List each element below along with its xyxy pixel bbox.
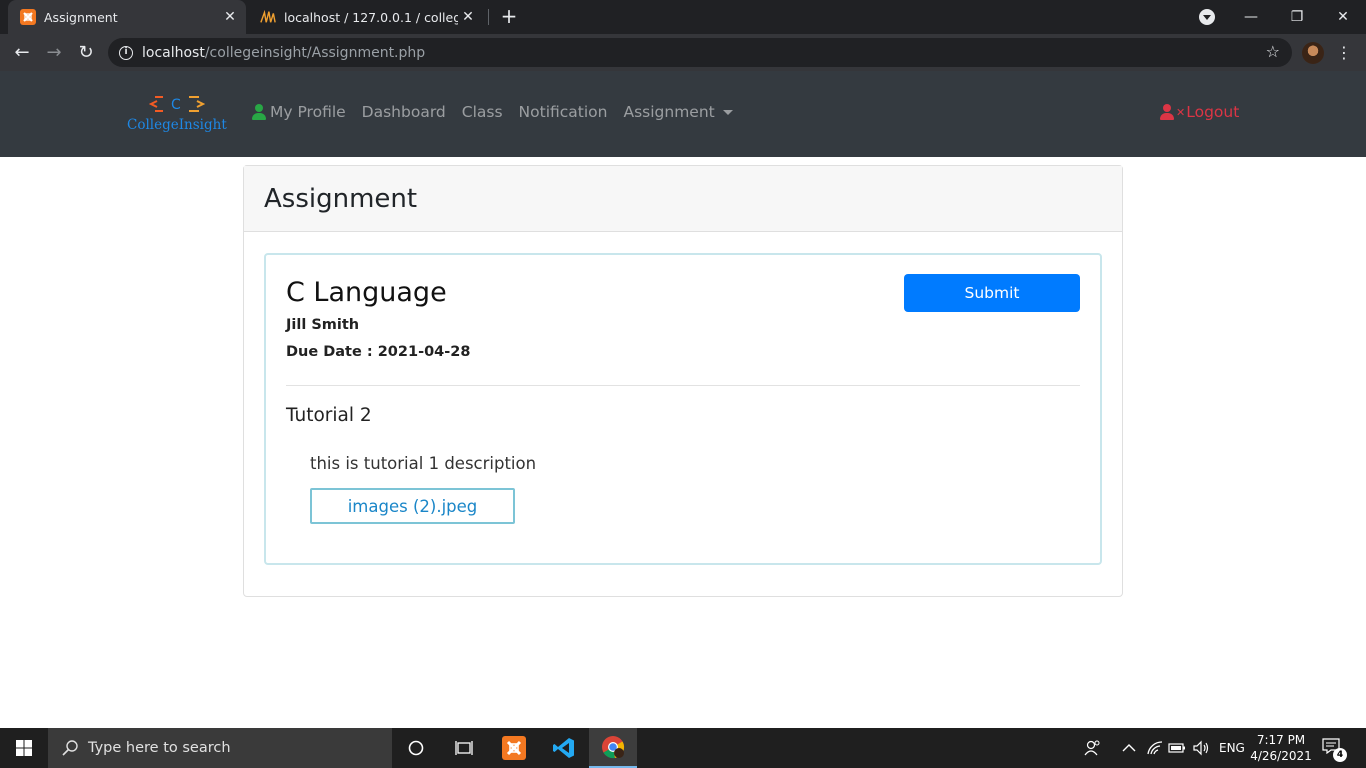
card-header: Assignment xyxy=(244,166,1122,232)
tab-close-icon[interactable]: ✕ xyxy=(220,9,240,25)
wifi-icon[interactable] xyxy=(1146,728,1164,768)
user-icon xyxy=(252,104,266,120)
profile-avatar[interactable] xyxy=(1302,42,1324,64)
chrome-taskbar-icon[interactable] xyxy=(589,728,637,768)
battery-icon[interactable] xyxy=(1168,728,1186,768)
xampp-taskbar-icon[interactable] xyxy=(490,728,538,768)
clock-date: 4/26/2021 xyxy=(1250,749,1312,763)
brand-logo[interactable]: C CollegeInsight xyxy=(127,93,231,137)
task-view-icon[interactable] xyxy=(440,728,488,768)
logout-link[interactable]: ✕ Logout xyxy=(1160,103,1239,121)
address-bar[interactable]: i localhost/collegeinsight/Assignment.ph… xyxy=(108,38,1292,67)
notification-count-badge: 4 xyxy=(1333,748,1347,762)
divider xyxy=(286,385,1080,386)
action-center-icon[interactable]: 4 xyxy=(1322,738,1347,762)
windows-taskbar: Type here to search ENG 7:17 PM 4/26/202… xyxy=(0,728,1366,768)
window-close-icon[interactable]: ✕ xyxy=(1320,0,1366,34)
brand-letter: C xyxy=(171,97,181,113)
brand-name: CollegeInsight xyxy=(127,117,227,133)
task-description: this is tutorial 1 description xyxy=(310,454,537,473)
nav-dashboard[interactable]: Dashboard xyxy=(362,103,446,121)
browser-menu-icon[interactable]: ⋮ xyxy=(1336,42,1352,64)
volume-icon[interactable] xyxy=(1192,728,1210,768)
assignment-card: Assignment C Language Jill Smith Due Dat… xyxy=(243,165,1123,597)
caret-down-icon xyxy=(722,109,733,115)
system-clock[interactable]: 7:17 PM 4/26/2021 xyxy=(1248,732,1314,764)
tab-separator xyxy=(488,9,489,25)
reload-icon[interactable]: ↻ xyxy=(74,41,98,65)
windows-start-icon[interactable] xyxy=(0,728,48,768)
tab-phpmyadmin[interactable]: localhost / 127.0.0.1 / collegeinsi ✕ xyxy=(248,0,484,34)
url-text[interactable]: localhost/collegeinsight/Assignment.php xyxy=(142,45,425,61)
clock-time: 7:17 PM xyxy=(1256,733,1306,747)
user-times-icon xyxy=(1160,104,1174,120)
site-info-icon[interactable]: i xyxy=(119,45,133,60)
attachment-link[interactable]: images (2).jpeg xyxy=(310,488,515,524)
task-title: Tutorial 2 xyxy=(286,405,372,426)
forward-arrow-icon[interactable]: → xyxy=(42,41,66,65)
page-title: Assignment xyxy=(264,183,418,214)
phpmyadmin-favicon-icon xyxy=(260,9,276,25)
cortana-icon[interactable] xyxy=(392,728,440,768)
brand-mark-icon: C xyxy=(149,96,205,113)
browser-tab-strip: Assignment ✕ localhost / 127.0.0.1 / col… xyxy=(0,0,1366,34)
nav-assignment-dropdown[interactable]: Assignment xyxy=(623,103,733,121)
times-icon: ✕ xyxy=(1176,105,1186,119)
submit-button[interactable]: Submit xyxy=(904,274,1080,312)
assignment-item: C Language Jill Smith Due Date : 2021-04… xyxy=(264,253,1102,565)
tab-title: localhost / 127.0.0.1 / collegeinsi xyxy=(284,9,458,25)
search-placeholder: Type here to search xyxy=(88,740,231,756)
tab-search-menu-icon[interactable] xyxy=(1199,9,1215,25)
nav-my-profile[interactable]: My Profile xyxy=(252,103,346,121)
search-icon xyxy=(62,740,78,756)
taskbar-search-box[interactable]: Type here to search xyxy=(48,728,392,768)
bookmark-star-icon[interactable]: ☆ xyxy=(1266,42,1280,61)
show-hidden-icons-chevron-icon[interactable] xyxy=(1122,728,1136,768)
tab-assignment[interactable]: Assignment ✕ xyxy=(8,0,246,34)
restore-icon[interactable]: ❐ xyxy=(1274,0,1320,34)
site-navbar: C CollegeInsight My Profile Dashboard Cl… xyxy=(0,71,1366,157)
vscode-taskbar-icon[interactable] xyxy=(540,728,588,768)
back-arrow-icon[interactable]: ← xyxy=(10,41,34,65)
nav-links: My Profile Dashboard Class Notification … xyxy=(252,103,749,121)
minimize-icon[interactable]: — xyxy=(1228,0,1274,34)
nav-class[interactable]: Class xyxy=(462,103,503,121)
xampp-favicon-icon xyxy=(20,9,36,25)
tab-title: Assignment xyxy=(44,9,118,25)
nav-notification[interactable]: Notification xyxy=(519,103,608,121)
tab-close-icon[interactable]: ✕ xyxy=(458,9,478,25)
teacher-name: Jill Smith xyxy=(286,317,360,333)
browser-toolbar: ← → ↻ i localhost/collegeinsight/Assignm… xyxy=(0,34,1366,71)
subject-title: C Language xyxy=(286,277,447,308)
people-icon[interactable] xyxy=(1084,728,1102,768)
due-date: Due Date : 2021-04-28 xyxy=(286,344,471,360)
new-tab-plus-icon[interactable]: + xyxy=(498,5,520,27)
language-indicator[interactable]: ENG xyxy=(1219,728,1245,768)
